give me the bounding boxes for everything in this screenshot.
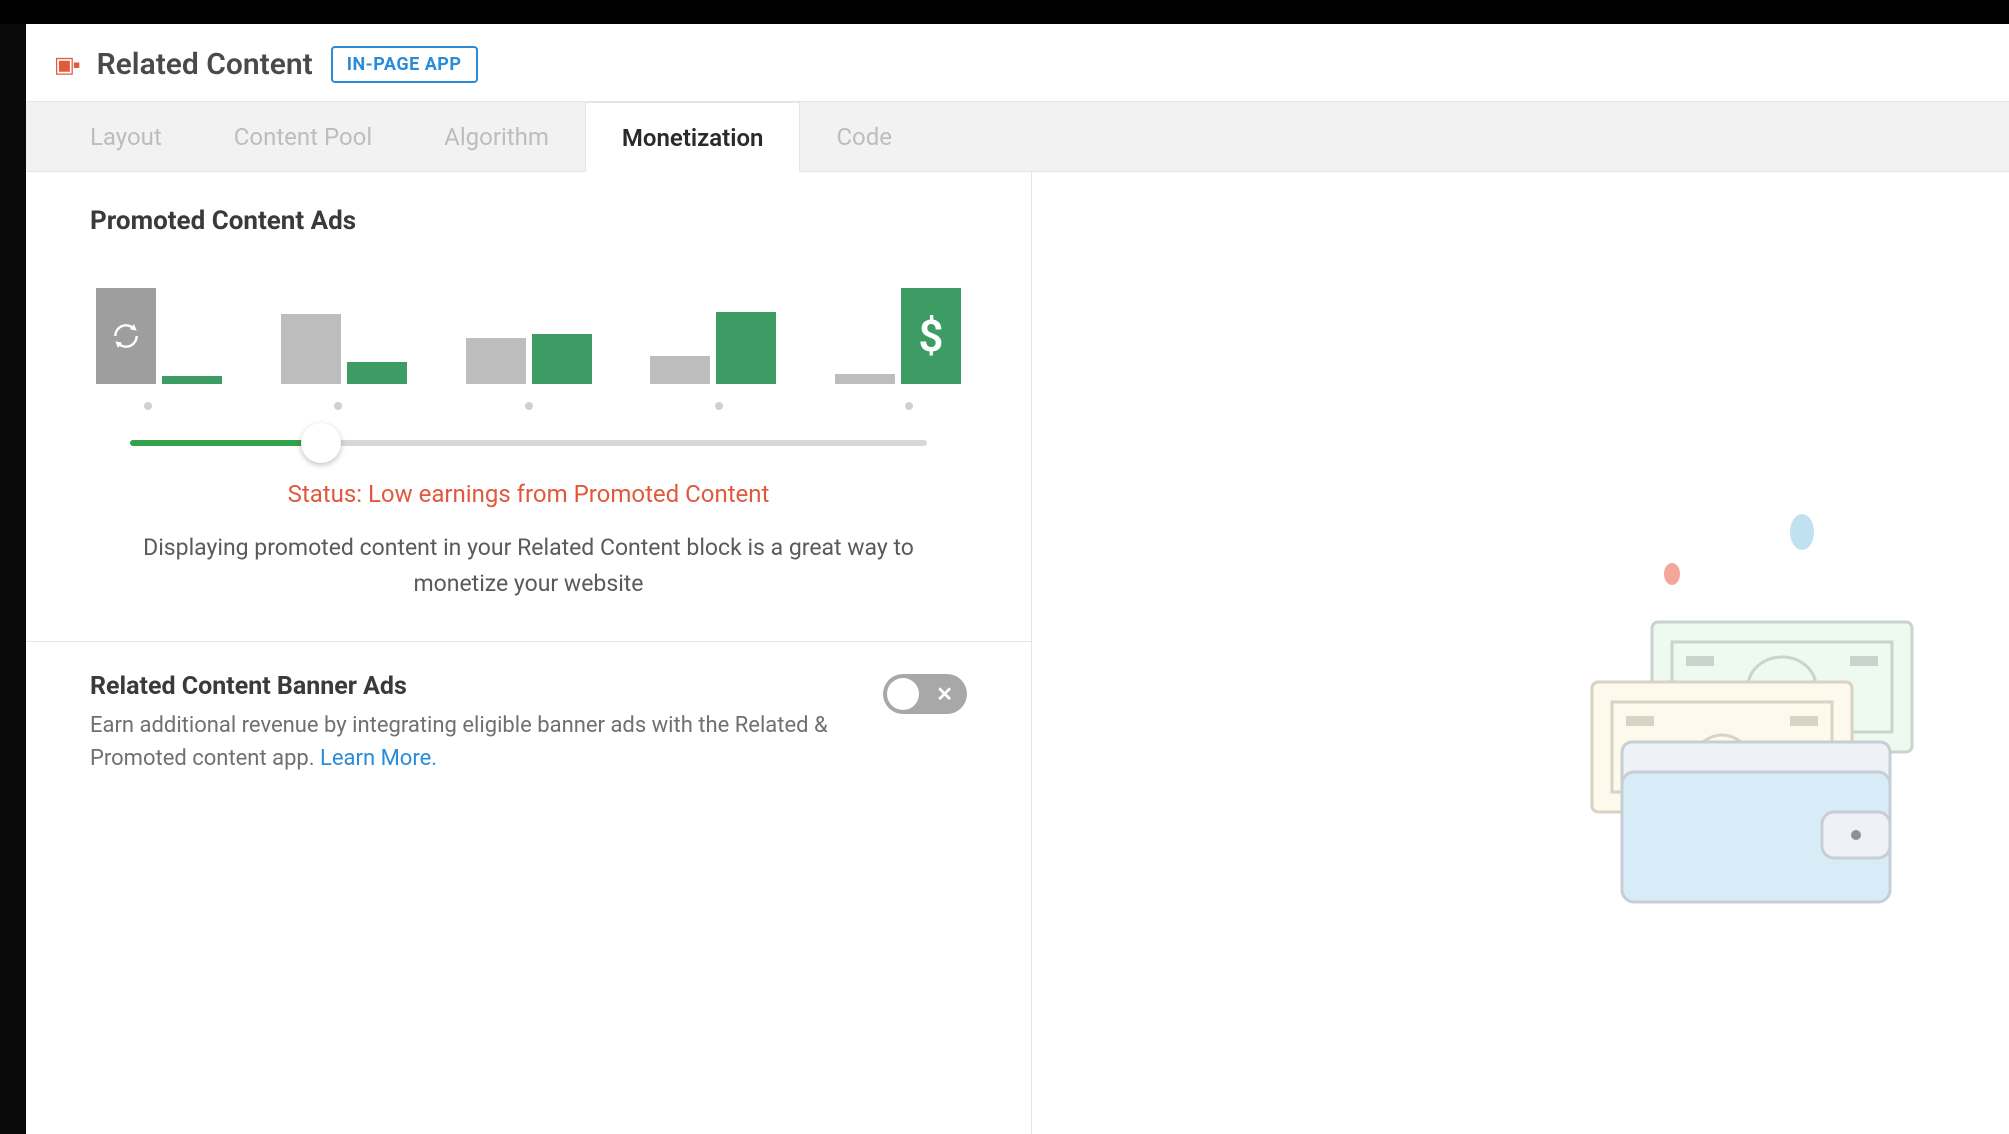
promoted-bar [162, 376, 222, 384]
banner-ads-toggle[interactable]: ✕ [883, 674, 967, 714]
organic-bar [281, 314, 341, 384]
ratio-option-2[interactable] [281, 314, 407, 384]
promoted-description: Displaying promoted content in your Rela… [90, 530, 967, 601]
dot [144, 402, 152, 410]
toggle-off-icon: ✕ [936, 682, 953, 706]
status-text: Status: Low earnings from Promoted Conte… [90, 480, 967, 508]
dollar-icon: $ [918, 310, 943, 362]
tab-content-pool[interactable]: Content Pool [198, 102, 408, 171]
ratio-slider[interactable] [90, 440, 967, 446]
banner-ads-title: Related Content Banner Ads [90, 672, 853, 701]
tab-monetization[interactable]: Monetization [585, 102, 801, 172]
banner-ads-description: Earn additional revenue by integrating e… [90, 709, 853, 775]
dot [905, 402, 913, 410]
dot [715, 402, 723, 410]
refresh-icon [110, 320, 142, 352]
ratio-option-4[interactable] [650, 312, 776, 384]
tab-algorithm[interactable]: Algorithm [408, 102, 585, 171]
app-left-rail [0, 24, 26, 1134]
toggle-thumb [887, 678, 919, 710]
app-window: ▣▪ Related Content IN-PAGE APP Layout Co… [26, 24, 2009, 1134]
organic-bar [466, 338, 526, 384]
tab-code[interactable]: Code [800, 102, 928, 171]
ratio-dots [90, 402, 967, 410]
promoted-bar [532, 334, 592, 384]
tab-layout[interactable]: Layout [54, 102, 198, 171]
page-title: Related Content [97, 47, 313, 82]
organic-bar [835, 374, 895, 384]
promoted-bar [347, 362, 407, 384]
wallet-illustration [1522, 512, 1922, 932]
title-bar: ▣▪ Related Content IN-PAGE APP [26, 24, 2009, 102]
ratio-option-5[interactable]: $ [835, 288, 961, 384]
os-top-bar [0, 0, 2009, 24]
ratio-option-3[interactable] [466, 334, 592, 384]
learn-more-link[interactable]: Learn More. [320, 746, 437, 771]
slider-thumb[interactable] [301, 423, 341, 463]
ratio-option-1[interactable] [96, 288, 222, 384]
promoted-content-section: Promoted Content Ads [26, 172, 1031, 642]
slider-fill [130, 440, 321, 446]
dot [525, 402, 533, 410]
organic-bar [96, 288, 156, 384]
organic-bar [650, 356, 710, 384]
dot [334, 402, 342, 410]
promoted-bar [716, 312, 776, 384]
promoted-content-title: Promoted Content Ads [90, 206, 967, 236]
in-page-app-badge: IN-PAGE APP [331, 46, 478, 83]
slider-track [130, 440, 927, 446]
promoted-bar: $ [901, 288, 961, 384]
preview-panel [1032, 172, 2009, 1134]
ratio-bars-viz: $ [90, 264, 967, 384]
banner-ads-section: Related Content Banner Ads Earn addition… [26, 642, 1031, 805]
banner-ads-desc-text: Earn additional revenue by integrating e… [90, 713, 828, 771]
related-content-icon: ▣▪ [54, 52, 79, 78]
tabs: Layout Content Pool Algorithm Monetizati… [26, 102, 2009, 172]
settings-panel: Promoted Content Ads [26, 172, 1032, 1134]
